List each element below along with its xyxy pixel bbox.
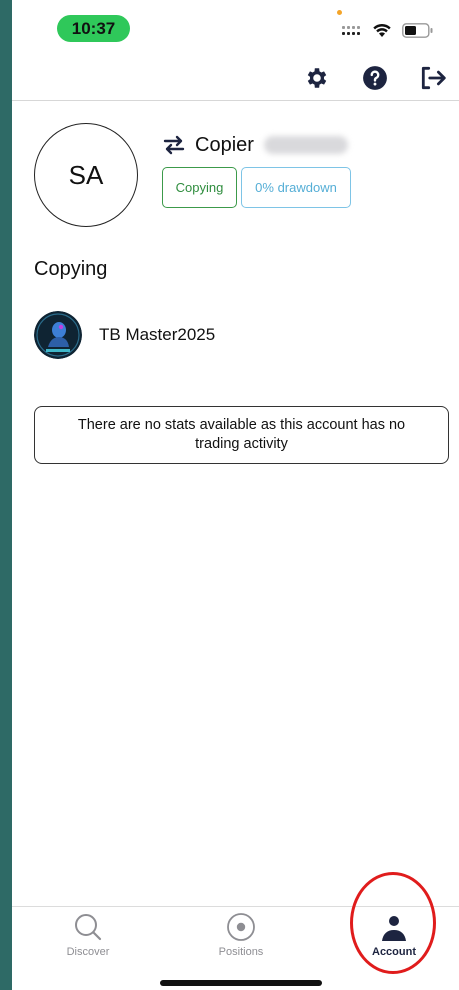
tab-label-positions: Positions xyxy=(218,946,264,958)
highlight-annotation-circle xyxy=(350,872,436,974)
master-list-item[interactable]: TB Master2025 xyxy=(34,311,215,359)
help-icon xyxy=(363,66,387,90)
target-icon xyxy=(227,913,255,941)
account-avatar: SA xyxy=(34,123,138,227)
tab-discover[interactable]: Discover xyxy=(33,912,143,962)
master-name: TB Master2025 xyxy=(99,325,216,344)
master-avatar xyxy=(34,311,82,359)
tab-label-discover: Discover xyxy=(66,946,110,958)
copying-section-title: Copying xyxy=(34,258,108,280)
header-divider xyxy=(12,100,459,101)
wifi-icon xyxy=(373,23,391,37)
redacted-account-id xyxy=(263,136,348,154)
avatar-initials: SA xyxy=(68,159,104,190)
cellular-signal-icon xyxy=(342,26,364,38)
logout-icon xyxy=(421,66,446,90)
help-button[interactable] xyxy=(359,62,391,94)
search-icon xyxy=(75,914,102,941)
swap-arrows-icon xyxy=(163,135,185,155)
settings-button[interactable] xyxy=(301,62,333,94)
copying-status-badge: Copying xyxy=(162,167,237,208)
tab-positions[interactable]: Positions xyxy=(186,912,296,962)
privacy-indicator-dot xyxy=(337,10,342,15)
drawdown-badge: 0% drawdown xyxy=(241,167,351,208)
no-stats-notice: There are no stats available as this acc… xyxy=(34,406,449,464)
status-time: 10:37 xyxy=(57,15,130,42)
account-name-row: Copier xyxy=(162,131,348,159)
app-screen: 10:37 SA Copier Copying 0% drawdown Copy… xyxy=(12,0,459,990)
home-indicator[interactable] xyxy=(160,980,322,986)
battery-icon xyxy=(402,23,433,38)
header-toolbar xyxy=(12,62,459,96)
gear-icon xyxy=(307,68,327,88)
account-name: Copier xyxy=(195,133,254,156)
logout-button[interactable] xyxy=(417,62,449,94)
